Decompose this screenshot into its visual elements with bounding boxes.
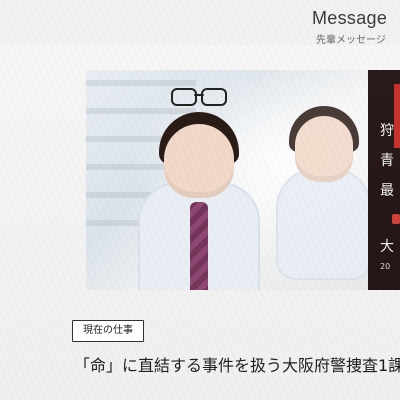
hero-photo: [86, 70, 368, 290]
person-background: [276, 106, 368, 280]
section-headline: 「命」に直結する事件を扱う大阪府警捜査1課を担: [74, 356, 400, 375]
side-char-1: 狩: [380, 123, 394, 139]
page-subtitle: 先輩メッセージ: [316, 35, 386, 46]
person-foreground: [138, 88, 260, 290]
glasses-bridge: [194, 94, 204, 96]
side-char-4: 大: [380, 239, 394, 255]
side-pill: [392, 214, 400, 224]
glasses-icon: [169, 88, 229, 106]
page-title: Message: [312, 8, 388, 28]
side-char-3: 最: [380, 183, 394, 199]
person-head: [164, 88, 234, 198]
side-char-2: 青: [380, 153, 394, 169]
page: Message 先輩メッセージ 狩 青 最 大 20 現在の仕事 「命」に直結す…: [0, 0, 400, 400]
necktie: [190, 202, 208, 290]
person-background-head: [295, 116, 353, 182]
section-label: 現在の仕事: [72, 320, 144, 342]
side-small-text: 20: [380, 262, 391, 271]
